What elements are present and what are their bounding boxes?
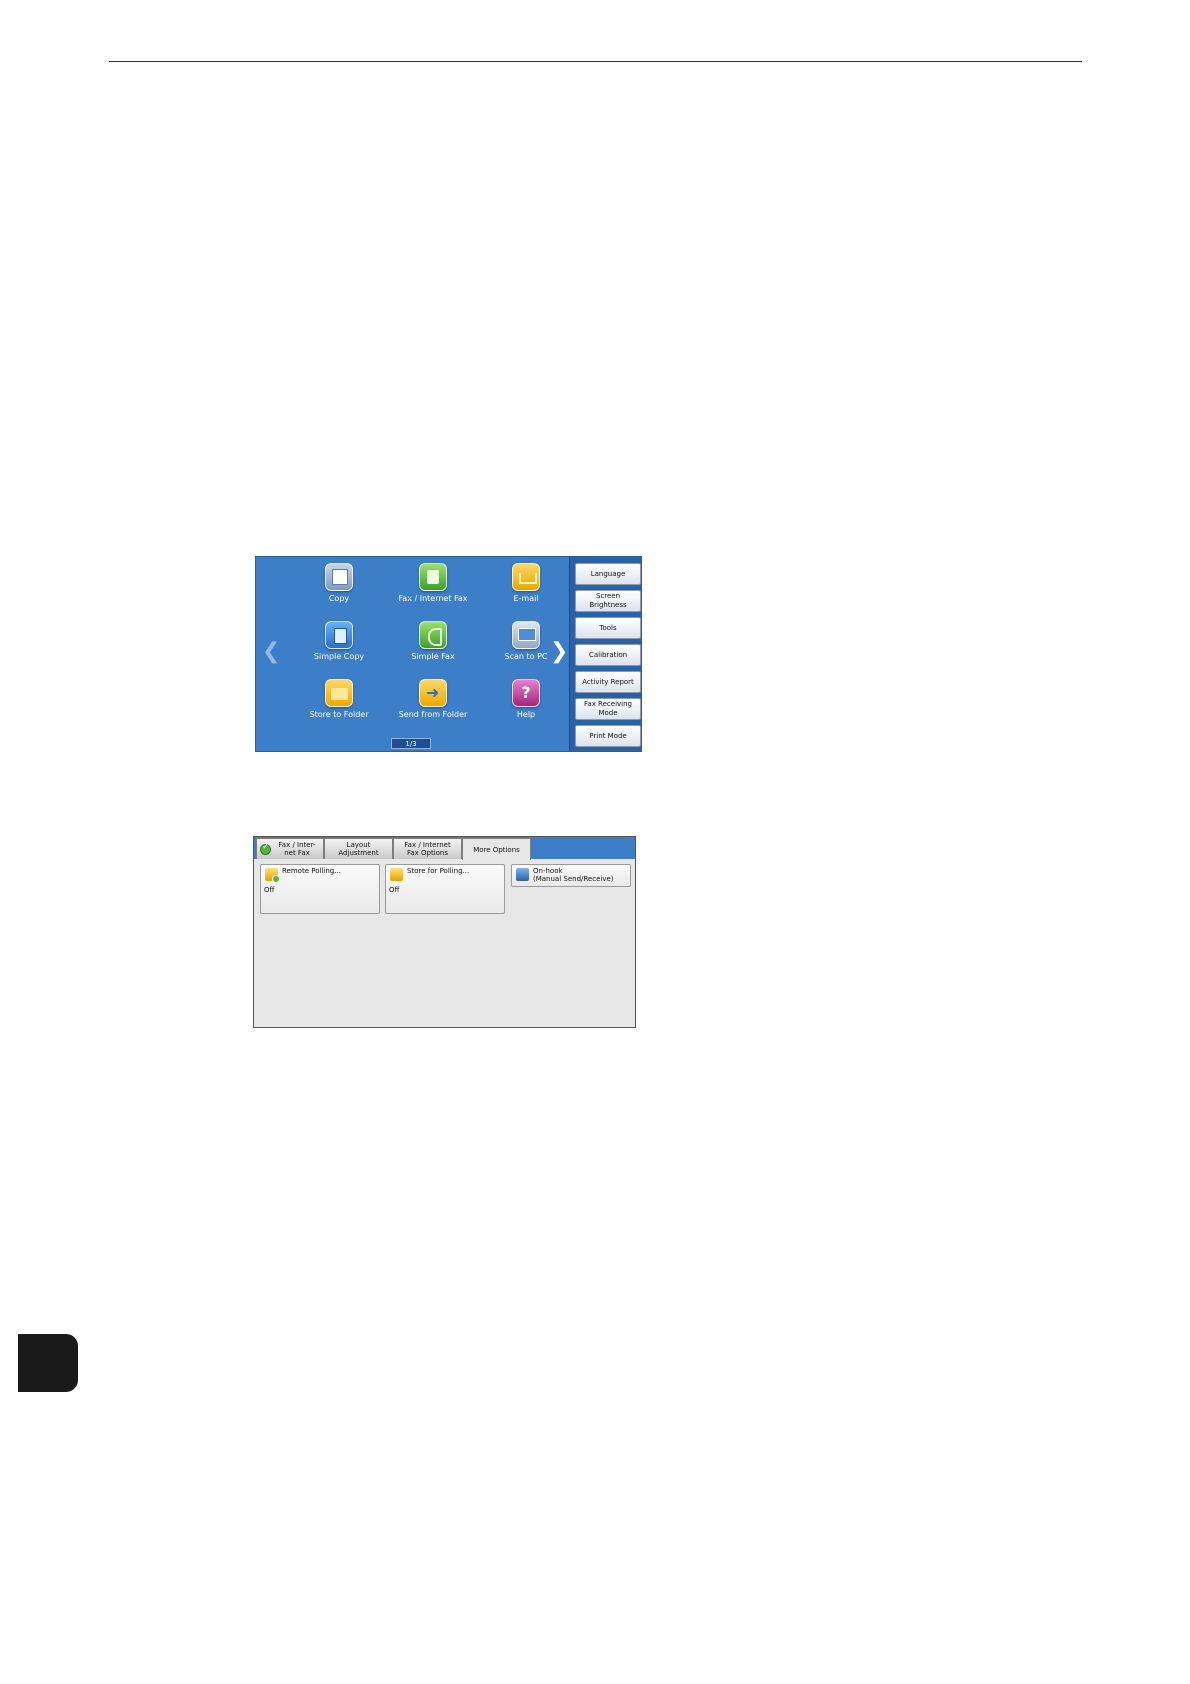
help-icon xyxy=(512,679,540,707)
app-send-from-folder[interactable]: Send from Folder xyxy=(385,673,481,725)
chevron-left-icon[interactable]: ❮ xyxy=(262,639,280,664)
email-icon xyxy=(512,563,540,591)
app-label: Help xyxy=(516,710,536,719)
tab-more-options[interactable]: More Options xyxy=(462,838,531,860)
option-label: Store for Polling... xyxy=(407,867,470,875)
option-label: On-hook (Manual Send/Receive) xyxy=(533,867,614,883)
copy-icon xyxy=(325,563,353,591)
app-label: Send from Folder xyxy=(398,710,468,719)
side-panel: Language Screen Brightness Tools Calibra… xyxy=(569,557,641,751)
app-fax-internet-fax[interactable]: Fax / Internet Fax xyxy=(385,557,481,609)
remote-polling-button[interactable]: Remote Polling... Off xyxy=(260,864,380,914)
app-label: Copy xyxy=(328,594,350,603)
app-store-to-folder[interactable]: Store to Folder xyxy=(291,673,387,725)
remote-polling-icon xyxy=(265,868,280,883)
home-screen: Copy Fax / Internet Fax E-mail Simple Co… xyxy=(255,556,642,752)
option-value: Off xyxy=(264,886,275,894)
app-grid: Copy Fax / Internet Fax E-mail Simple Co… xyxy=(256,557,569,751)
tab-bar: Fax / Inter- net Fax Layout Adjustment F… xyxy=(254,837,635,860)
simple-fax-icon xyxy=(419,621,447,649)
app-label: Simple Fax xyxy=(411,652,455,661)
app-label: E-mail xyxy=(513,594,539,603)
app-email[interactable]: E-mail xyxy=(478,557,574,609)
calibration-button[interactable]: Calibration xyxy=(575,644,641,666)
tab-fax-internet-fax[interactable]: Fax / Inter- net Fax xyxy=(256,838,324,859)
fax-options-screen: Fax / Inter- net Fax Layout Adjustment F… xyxy=(253,836,636,1028)
tab-fax-internet-fax-options[interactable]: Fax / Internet Fax Options xyxy=(393,838,462,859)
app-simple-copy[interactable]: Simple Copy xyxy=(291,615,387,667)
tab-layout-adjustment[interactable]: Layout Adjustment xyxy=(324,838,393,859)
language-button[interactable]: Language xyxy=(575,563,641,585)
option-value: Off xyxy=(389,886,400,894)
chapter-tab xyxy=(18,1334,78,1392)
on-hook-button[interactable]: On-hook (Manual Send/Receive) xyxy=(511,864,631,887)
app-label: Fax / Internet Fax xyxy=(398,594,468,603)
chevron-right-icon[interactable]: ❯ xyxy=(550,639,568,664)
header-rule xyxy=(109,61,1082,62)
app-label: Store to Folder xyxy=(309,710,369,719)
folder-icon xyxy=(325,679,353,707)
screen-brightness-button[interactable]: Screen Brightness xyxy=(575,590,641,612)
page-indicator: 1/3 xyxy=(391,738,431,749)
store-for-polling-button[interactable]: Store for Polling... Off xyxy=(385,864,505,914)
activity-report-button[interactable]: Activity Report xyxy=(575,671,641,693)
send-from-folder-icon xyxy=(419,679,447,707)
tab-label: More Options xyxy=(473,845,520,854)
app-label: Simple Copy xyxy=(313,652,365,661)
store-for-polling-icon xyxy=(390,868,403,881)
check-icon xyxy=(260,843,271,855)
tools-button[interactable]: Tools xyxy=(575,617,641,639)
app-copy[interactable]: Copy xyxy=(291,557,387,609)
simple-copy-icon xyxy=(325,621,353,649)
option-label: Remote Polling... xyxy=(282,867,341,875)
scan-to-pc-icon xyxy=(512,621,540,649)
print-mode-button[interactable]: Print Mode xyxy=(575,725,641,747)
fax-icon xyxy=(419,563,447,591)
app-help[interactable]: Help xyxy=(478,673,574,725)
tab-label: Fax / Inter- net Fax xyxy=(278,841,316,857)
app-simple-fax[interactable]: Simple Fax xyxy=(385,615,481,667)
fax-receiving-mode-button[interactable]: Fax Receiving Mode xyxy=(575,698,641,720)
tab-label: Fax / Internet Fax Options xyxy=(404,841,451,857)
tab-label: Layout Adjustment xyxy=(338,841,379,857)
telephone-icon xyxy=(516,868,529,881)
